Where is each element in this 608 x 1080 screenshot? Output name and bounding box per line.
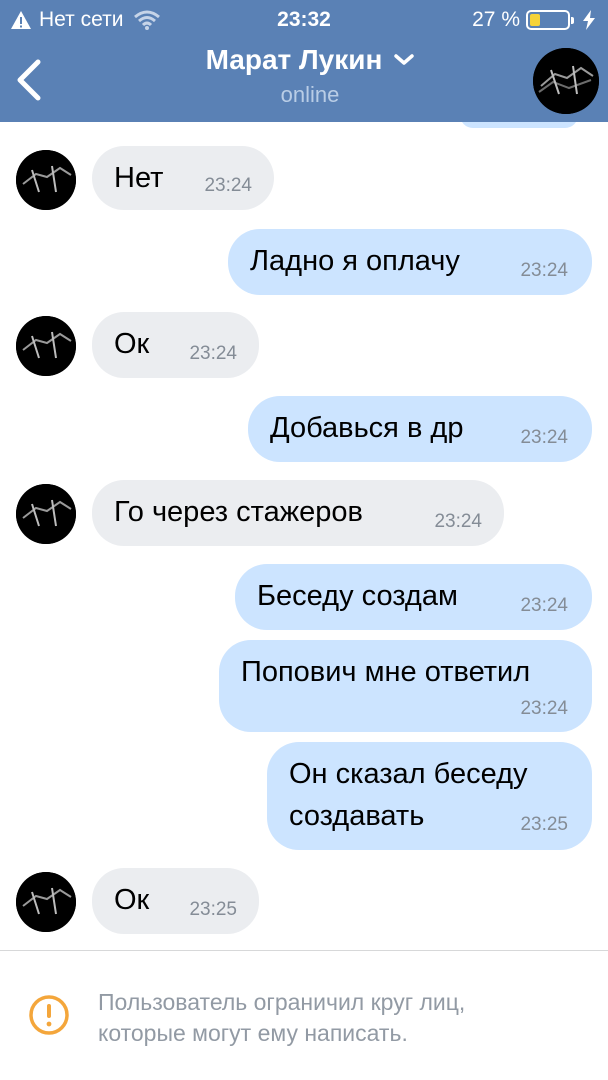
- charging-icon: [583, 10, 595, 30]
- chat-title[interactable]: Марат Лукин: [206, 44, 415, 76]
- message-time: 23:24: [520, 427, 568, 448]
- message-bubble[interactable]: Добавься в др 23:24: [248, 396, 592, 462]
- message-text: Го через стажеров: [114, 496, 363, 528]
- message-text: Добавься в др: [270, 412, 464, 444]
- chat-title-block[interactable]: Марат Лукин online: [120, 44, 500, 108]
- battery-icon: [526, 10, 574, 30]
- contact-name: Марат Лукин: [205, 44, 383, 75]
- message-text: Беседу создам: [257, 580, 458, 612]
- message-bubble[interactable]: Ок 23:25: [92, 868, 259, 934]
- avatar-image: [533, 48, 599, 114]
- restriction-text: Пользователь ограничил круг лиц, которые…: [98, 987, 598, 1049]
- message-text: Ок: [114, 884, 150, 916]
- warning-circle-icon: [29, 995, 69, 1035]
- message-time: 23:25: [520, 814, 568, 835]
- avatar-image: [16, 872, 76, 932]
- message-bubble[interactable]: Нет 23:24: [92, 146, 274, 210]
- restriction-line-1: Пользователь ограничил круг лиц,: [98, 989, 466, 1015]
- previous-message-bubble: [460, 122, 578, 128]
- sender-avatar[interactable]: [16, 484, 76, 544]
- restriction-notice: Пользователь ограничил круг лиц, которые…: [0, 951, 608, 1080]
- message-bubble[interactable]: Ладно я оплачу 23:24: [228, 229, 592, 295]
- battery-fill: [530, 14, 540, 26]
- message-list[interactable]: Нет 23:24 Ладно я оплачу 23:24 Ок 23:24 …: [0, 122, 608, 950]
- message-time: 23:25: [189, 899, 237, 920]
- message-text: Нет: [114, 162, 164, 194]
- message-bubble[interactable]: Попович мне ответил 23:24: [219, 640, 592, 732]
- sender-avatar[interactable]: [16, 150, 76, 210]
- message-time: 23:24: [189, 343, 237, 364]
- chat-header: Нет сети 23:32 27 % Марат Лукин online: [0, 0, 608, 122]
- avatar-image: [16, 484, 76, 544]
- message-time: 23:24: [520, 260, 568, 281]
- contact-avatar[interactable]: [533, 48, 599, 114]
- restriction-line-2: которые могут ему написать.: [98, 1020, 408, 1046]
- message-bubble[interactable]: Он сказал беседу создавать 23:25: [267, 742, 592, 850]
- message-time: 23:24: [520, 595, 568, 616]
- message-time: 23:24: [520, 698, 568, 719]
- message-text: Попович мне ответил: [241, 656, 531, 688]
- avatar-image: [16, 316, 76, 376]
- chevron-down-icon: [394, 54, 415, 65]
- message-bubble[interactable]: Ок 23:24: [92, 312, 259, 378]
- status-bar: Нет сети 23:32 27 %: [0, 0, 608, 40]
- back-button[interactable]: [12, 58, 48, 102]
- battery-percent: 27 %: [472, 8, 520, 31]
- message-bubble[interactable]: Го через стажеров 23:24: [92, 480, 504, 546]
- message-bubble[interactable]: Беседу создам 23:24: [235, 564, 592, 630]
- message-time: 23:24: [434, 511, 482, 532]
- message-text: Ладно я оплачу: [250, 245, 460, 277]
- sender-avatar[interactable]: [16, 872, 76, 932]
- avatar-image: [16, 150, 76, 210]
- message-text: Он сказал беседу создавать: [289, 758, 528, 832]
- battery-status: 27 %: [472, 8, 596, 32]
- back-arrow-icon: [17, 59, 41, 101]
- message-time: 23:24: [204, 175, 252, 196]
- message-text: Ок: [114, 328, 150, 360]
- online-status: online: [280, 82, 340, 107]
- sender-avatar[interactable]: [16, 316, 76, 376]
